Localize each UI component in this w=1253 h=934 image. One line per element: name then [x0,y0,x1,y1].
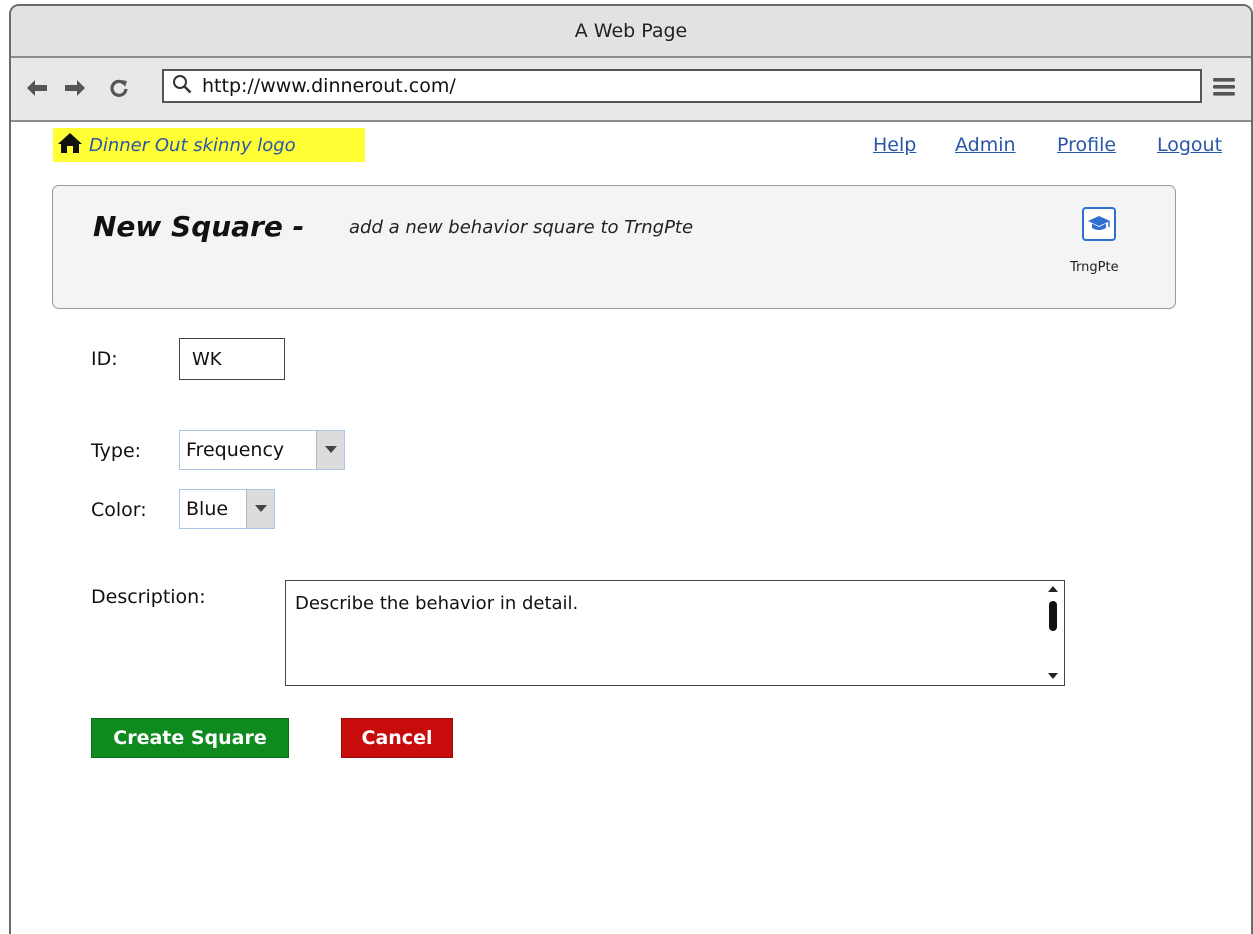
page-title: New Square - [93,210,305,243]
color-select[interactable]: Blue [179,489,275,529]
browser-window: A Web Page Dinner Out skinny logo [9,4,1253,934]
hamburger-menu-icon[interactable] [1212,76,1236,102]
color-label: Color: [91,499,147,521]
id-label: ID: [91,348,118,370]
description-label: Description: [91,586,206,608]
home-icon [57,132,83,158]
create-square-button[interactable]: Create Square [91,718,289,758]
page-subtitle: add a new behavior square to TrngPte [349,217,694,238]
refresh-icon[interactable] [107,76,131,100]
help-link[interactable]: Help [873,134,916,156]
browser-navbar [11,58,1251,122]
chevron-down-icon[interactable] [316,431,344,469]
back-arrow-icon[interactable] [25,76,49,100]
description-textarea[interactable]: Describe the behavior in detail. [285,580,1065,686]
textarea-scrollbar[interactable] [1046,583,1060,683]
site-logo[interactable]: Dinner Out skinny logo [53,128,365,162]
window-titlebar: A Web Page [11,6,1251,58]
profile-link[interactable]: Profile [1057,134,1116,156]
type-label: Type: [91,440,142,462]
logo-text: Dinner Out skinny logo [89,134,296,156]
logout-link[interactable]: Logout [1157,134,1222,156]
type-select[interactable]: Frequency [179,430,345,470]
description-placeholder: Describe the behavior in detail. [295,593,579,614]
page-header-panel: New Square - add a new behavior square t… [52,185,1176,309]
search-icon [172,74,192,99]
cancel-button[interactable]: Cancel [341,718,453,758]
color-select-value: Blue [186,498,229,520]
type-select-value: Frequency [186,439,285,461]
graduation-cap-icon[interactable] [1082,207,1116,241]
address-bar[interactable] [162,69,1202,103]
page-content: Dinner Out skinny logo Help Admin Profil… [11,122,1251,934]
url-input[interactable] [202,75,1162,97]
admin-link[interactable]: Admin [955,134,1016,156]
id-field[interactable] [179,338,285,380]
chevron-down-icon[interactable] [246,490,274,528]
forward-arrow-icon[interactable] [63,76,87,100]
window-title: A Web Page [574,20,688,42]
trngpte-label: TrngPte [1070,260,1119,275]
